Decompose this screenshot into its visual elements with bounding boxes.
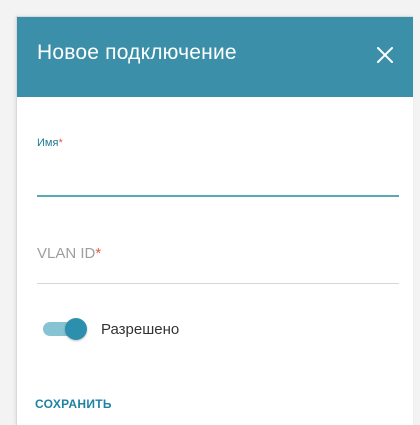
name-field-underline xyxy=(37,195,399,197)
new-connection-dialog: Новое подключение Имя* VLAN ID* Разрешен… xyxy=(16,16,413,425)
close-button[interactable] xyxy=(365,35,405,75)
vlan-id-field-underline xyxy=(37,283,399,284)
close-icon xyxy=(377,47,393,63)
enable-toggle[interactable] xyxy=(43,317,87,341)
enable-toggle-row: Разрешено xyxy=(43,317,179,341)
vlan-id-field[interactable]: VLAN ID* xyxy=(37,245,399,285)
vlan-id-placeholder: VLAN ID* xyxy=(37,245,399,262)
name-field-label: Имя* xyxy=(37,137,399,149)
vlan-id-required-mark: * xyxy=(95,245,102,262)
vlan-id-placeholder-text: VLAN ID xyxy=(37,245,96,262)
save-button[interactable]: СОХРАНИТЬ xyxy=(35,397,112,411)
dialog-title: Новое подключение xyxy=(37,41,237,64)
name-field[interactable]: Имя* xyxy=(37,137,399,201)
toggle-knob xyxy=(65,318,87,340)
enable-toggle-label: Разрешено xyxy=(101,320,180,338)
name-required-mark: * xyxy=(58,137,63,149)
dialog-header: Новое подключение xyxy=(17,17,413,97)
name-label-text: Имя xyxy=(37,137,59,149)
